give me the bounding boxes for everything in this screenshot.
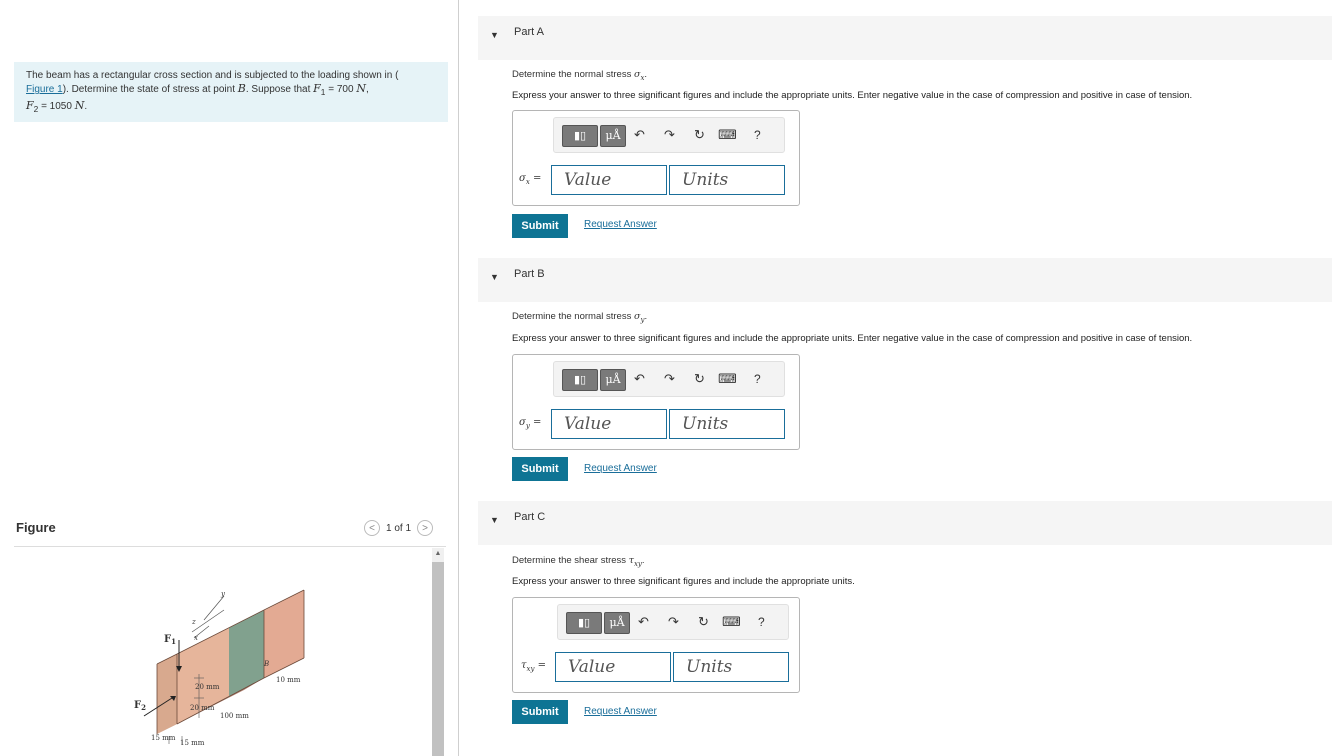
help-icon[interactable]: ? <box>754 128 761 142</box>
question-text: Determine the shear stress τxy. <box>512 555 645 568</box>
figure-link[interactable]: Figure 1 <box>26 84 63 95</box>
units-input[interactable]: Units <box>673 652 789 682</box>
z-axis-label: z <box>191 618 196 626</box>
dim-10mm: 10 mm <box>276 676 301 684</box>
answer-box: ▮▯ μÅ ↶ ↷ ↻ ⌨ ? τxy = Value Units <box>512 597 800 693</box>
problem-statement: The beam has a rectangular cross section… <box>14 62 448 122</box>
instruction-text: Express your answer to three significant… <box>512 333 1193 344</box>
math-toolbar: ▮▯ μÅ ↶ ↷ ↻ ⌨ ? <box>553 117 785 153</box>
request-answer-link[interactable]: Request Answer <box>584 219 657 230</box>
dim-100mm: 100 mm <box>220 712 249 720</box>
reset-icon[interactable]: ↻ <box>694 372 705 386</box>
prev-figure-button[interactable]: < <box>364 520 380 536</box>
pager-text: 1 of 1 <box>386 522 412 534</box>
template-icon[interactable]: ▮▯ <box>562 369 598 391</box>
answer-symbol: σy = <box>519 417 542 430</box>
f2-label: F2 <box>134 700 146 712</box>
help-icon[interactable]: ? <box>754 372 761 386</box>
point-b-label: B <box>263 660 269 668</box>
undo-icon[interactable]: ↶ <box>634 372 645 386</box>
beam-figure: F1 F2 y z x B 20 mm 20 mm 100 mm 10 mm 1… <box>14 548 430 756</box>
answer-box: ▮▯ μÅ ↶ ↷ ↻ ⌨ ? σy = Value Units <box>512 354 800 450</box>
beam-left-face <box>157 654 177 734</box>
units-button[interactable]: μÅ <box>604 612 630 634</box>
figure-title: Figure <box>16 520 56 535</box>
part-b-header[interactable]: ▼ Part B <box>478 258 1332 302</box>
answer-symbol: τxy = <box>521 660 547 673</box>
f1-label: F1 <box>164 634 176 646</box>
question-text: Determine the normal stress σx. <box>512 69 648 82</box>
request-answer-link[interactable]: Request Answer <box>584 463 657 474</box>
panel-divider <box>458 0 459 756</box>
keyboard-icon[interactable]: ⌨ <box>718 128 737 142</box>
answer-symbol: σx = <box>519 173 542 186</box>
template-icon[interactable]: ▮▯ <box>562 125 598 147</box>
part-title: Part B <box>514 268 545 280</box>
question-text: Determine the normal stress σy. <box>512 311 648 324</box>
problem-panel: The beam has a rectangular cross section… <box>0 0 458 756</box>
units-button[interactable]: μÅ <box>600 125 626 147</box>
undo-icon[interactable]: ↶ <box>638 615 649 629</box>
instruction-text: Express your answer to three significant… <box>512 90 1193 101</box>
collapse-icon[interactable]: ▼ <box>490 272 499 282</box>
value-input[interactable]: Value <box>551 409 667 439</box>
part-c-header[interactable]: ▼ Part C <box>478 501 1332 545</box>
undo-icon[interactable]: ↶ <box>634 128 645 142</box>
dim-15mm-a: 15 mm <box>151 734 176 742</box>
redo-icon[interactable]: ↷ <box>668 615 679 629</box>
math-toolbar: ▮▯ μÅ ↶ ↷ ↻ ⌨ ? <box>557 604 789 640</box>
redo-icon[interactable]: ↷ <box>664 128 675 142</box>
reset-icon[interactable]: ↻ <box>698 615 709 629</box>
value-input[interactable]: Value <box>551 165 667 195</box>
figure-divider <box>14 546 446 547</box>
units-input[interactable]: Units <box>669 165 785 195</box>
scroll-up-icon[interactable]: ▲ <box>432 550 444 557</box>
point-label: B <box>237 82 246 95</box>
units-button[interactable]: μÅ <box>600 369 626 391</box>
dim-20mm-a: 20 mm <box>195 683 220 691</box>
instruction-text: Express your answer to three significant… <box>512 576 855 587</box>
keyboard-icon[interactable]: ⌨ <box>722 615 741 629</box>
x-axis-label: x <box>194 634 198 642</box>
dim-15mm-b: 15 mm <box>180 739 205 747</box>
value-input[interactable]: Value <box>555 652 671 682</box>
part-title: Part C <box>514 511 546 523</box>
units-input[interactable]: Units <box>669 409 785 439</box>
submit-button[interactable]: Submit <box>512 457 568 481</box>
beam-diagram: F1 F2 y z x B 20 mm 20 mm 100 mm 10 mm 1… <box>134 589 305 747</box>
submit-button[interactable]: Submit <box>512 700 568 724</box>
keyboard-icon[interactable]: ⌨ <box>718 372 737 386</box>
collapse-icon[interactable]: ▼ <box>490 515 499 525</box>
redo-icon[interactable]: ↷ <box>664 372 675 386</box>
request-answer-link[interactable]: Request Answer <box>584 706 657 717</box>
scroll-thumb[interactable] <box>432 562 444 756</box>
template-icon[interactable]: ▮▯ <box>566 612 602 634</box>
y-axis-label: y <box>220 590 226 598</box>
collapse-icon[interactable]: ▼ <box>490 30 499 40</box>
submit-button[interactable]: Submit <box>512 214 568 238</box>
figure-pager: < 1 of 1 > <box>364 520 434 536</box>
answer-box: ▮▯ μÅ ↶ ↷ ↻ ⌨ ? σx = Value Units <box>512 110 800 206</box>
help-icon[interactable]: ? <box>758 615 765 629</box>
reset-icon[interactable]: ↻ <box>694 128 705 142</box>
part-a-header[interactable]: ▼ Part A <box>478 16 1332 60</box>
math-toolbar: ▮▯ μÅ ↶ ↷ ↻ ⌨ ? <box>553 361 785 397</box>
part-title: Part A <box>514 26 544 38</box>
figure-scrollbar[interactable]: ▲ <box>432 548 444 756</box>
cut-section <box>229 610 264 696</box>
next-figure-button[interactable]: > <box>417 520 434 536</box>
dim-20mm-b: 20 mm <box>190 704 215 712</box>
